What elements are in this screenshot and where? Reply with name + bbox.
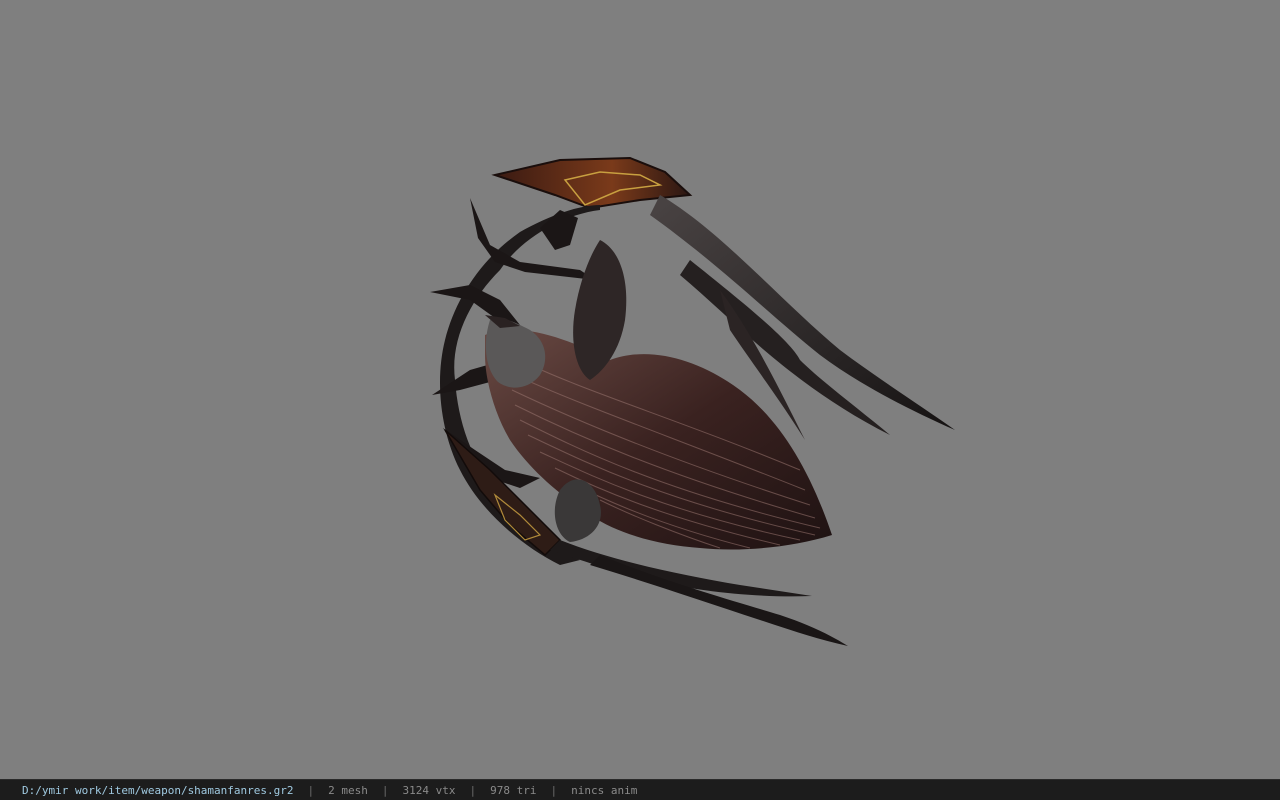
model-viewport[interactable]: [0, 0, 1280, 779]
status-separator: |: [381, 783, 389, 797]
mesh-count-label: 2 mesh: [328, 783, 368, 797]
status-separator: |: [307, 783, 315, 797]
creature-head: [485, 318, 546, 388]
status-separator: |: [469, 783, 477, 797]
weapon-fan-model: [430, 156, 955, 646]
bottom-tendril-2: [590, 555, 848, 646]
animation-status-label: nincs anim: [571, 783, 638, 797]
status-bar: D:/ymir work/item/weapon/shamanfanres.gr…: [0, 779, 1280, 800]
status-separator: |: [550, 783, 558, 797]
file-path-label: D:/ymir work/item/weapon/shamanfanres.gr…: [22, 783, 294, 797]
triangle-count-label: 978 tri: [490, 783, 537, 797]
vertex-count-label: 3124 vtx: [402, 783, 456, 797]
spike-5: [540, 210, 578, 250]
